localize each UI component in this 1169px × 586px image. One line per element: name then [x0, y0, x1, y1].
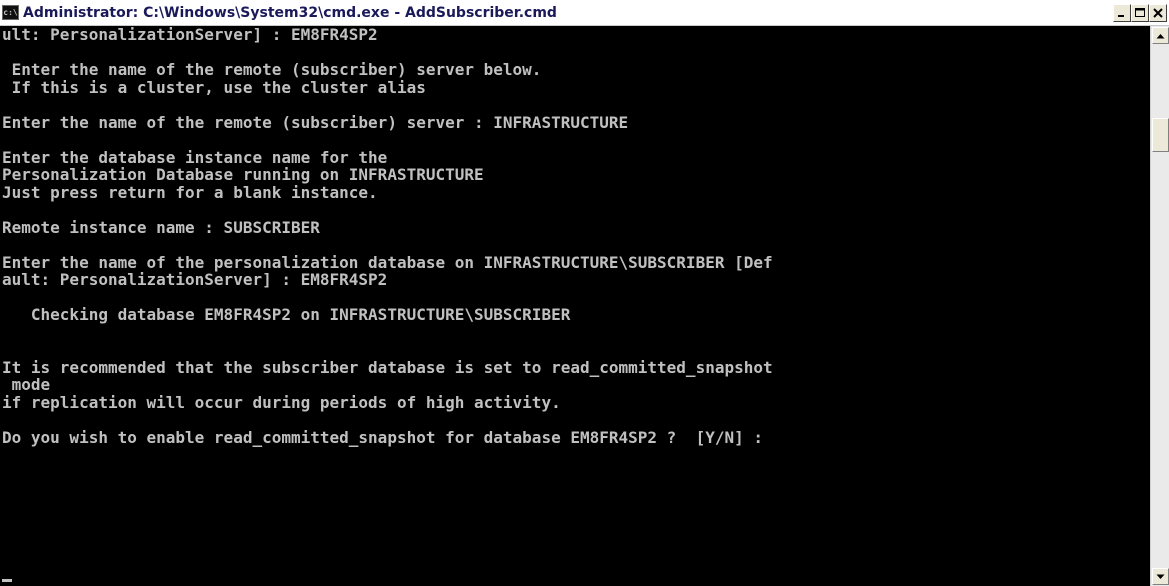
close-icon: [1153, 8, 1163, 18]
window-title: Administrator: C:\Windows\System32\cmd.e…: [23, 5, 557, 21]
arrow-up-icon: [1156, 33, 1165, 38]
console-line: mode: [2, 375, 51, 394]
console-text: ult: PersonalizationServer] : EM8FR4SP2 …: [2, 26, 773, 464]
scroll-down-button[interactable]: [1152, 568, 1169, 585]
console-line: Just press return for a blank instance.: [2, 182, 378, 202]
cmd-icon[interactable]: c:\: [2, 5, 19, 20]
console-line: if replication will occur during periods…: [2, 392, 561, 412]
minimize-icon: [1118, 15, 1124, 17]
maximize-icon: [1135, 8, 1145, 17]
console-line: Checking database EM8FR4SP2 on INFRASTRU…: [2, 305, 571, 324]
vertical-scrollbar[interactable]: [1150, 26, 1169, 586]
console-line: Personalization Database running on INFR…: [2, 165, 484, 184]
minimize-button[interactable]: [1113, 4, 1131, 22]
console-line: Do you wish to enable read_committed_sna…: [2, 427, 763, 447]
console-line: Enter the name of the remote (subscriber…: [2, 60, 542, 79]
console-line: ult: PersonalizationServer] : EM8FR4SP2: [2, 26, 378, 44]
console-output[interactable]: ult: PersonalizationServer] : EM8FR4SP2 …: [0, 26, 1150, 586]
arrow-down-icon: [1156, 574, 1165, 579]
console-line: It is recommended that the subscriber da…: [2, 357, 773, 377]
console-line: Enter the name of the remote (subscriber…: [2, 112, 629, 132]
console-line: Enter the name of the personalization da…: [2, 252, 773, 272]
close-button[interactable]: [1149, 4, 1167, 22]
title-bar[interactable]: c:\ Administrator: C:\Windows\System32\c…: [0, 0, 1169, 26]
caption-buttons: [1113, 4, 1167, 22]
cmd-window: c:\ Administrator: C:\Windows\System32\c…: [0, 0, 1169, 586]
scroll-thumb[interactable]: [1152, 118, 1169, 152]
scroll-up-button[interactable]: [1152, 27, 1169, 44]
console-line: Enter the database instance name for the: [2, 147, 388, 167]
maximize-button[interactable]: [1131, 4, 1149, 22]
console-line: ault: PersonalizationServer] : EM8FR4SP2: [2, 270, 388, 289]
console-line: If this is a cluster, use the cluster al…: [2, 77, 426, 97]
text-cursor: [2, 579, 12, 582]
console-line: Remote instance name : SUBSCRIBER: [2, 217, 320, 237]
